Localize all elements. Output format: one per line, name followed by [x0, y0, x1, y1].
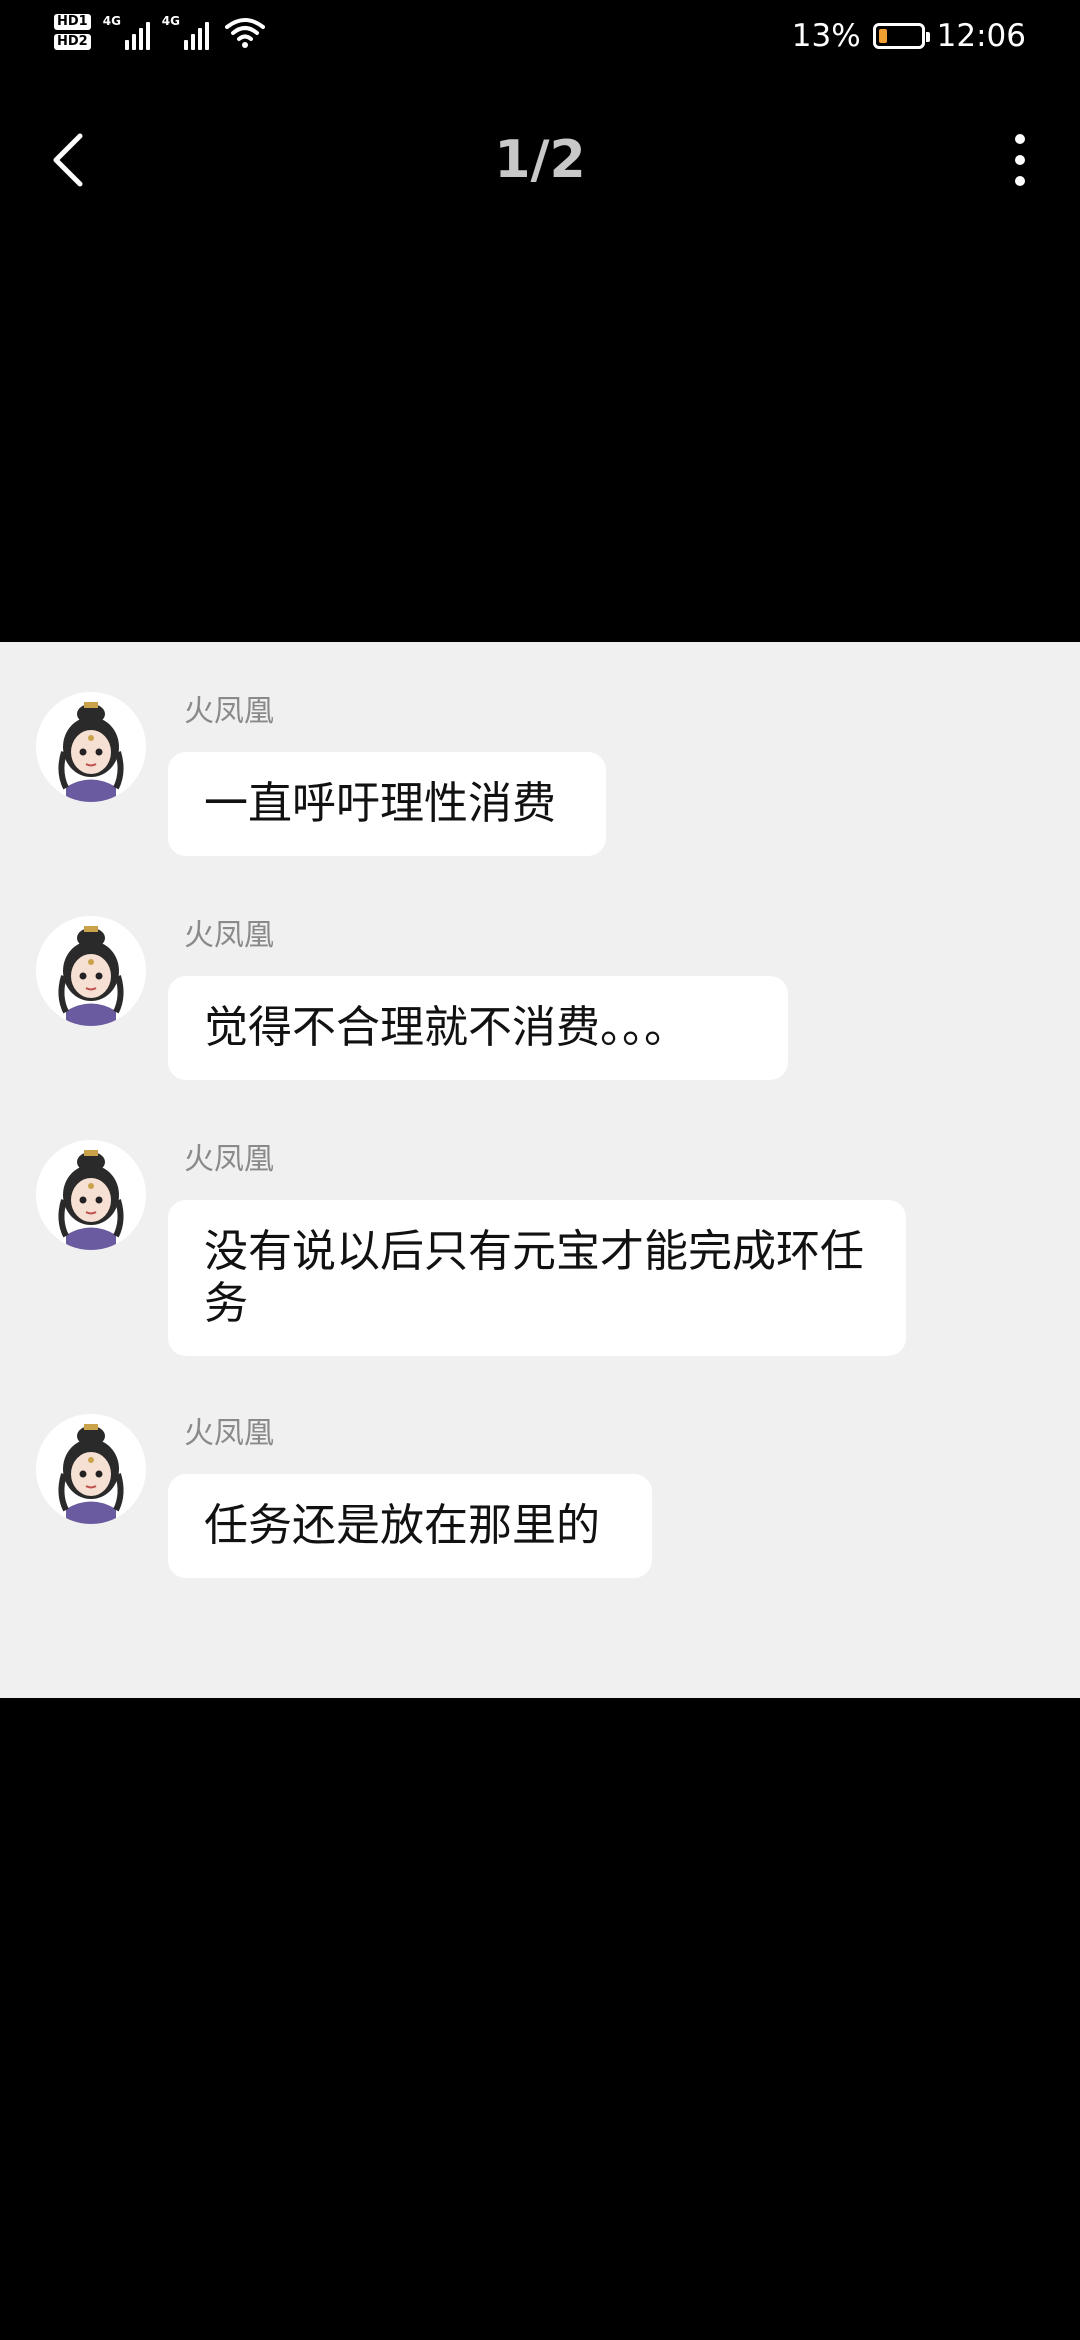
sender-name: 火凤凰 [184, 1416, 274, 1451]
wifi-icon [224, 18, 265, 48]
message-bubble: 觉得不合理就不消费。。。 [168, 976, 788, 1080]
signal-1-icon: 4G [103, 14, 150, 50]
message-bubble: 没有说以后只有元宝才能完成环任务 [168, 1200, 906, 1356]
battery-level [878, 29, 887, 43]
message-bubble: 任务还是放在那里的 [168, 1474, 652, 1578]
status-right: 13% 12:06 [792, 18, 1026, 54]
avatar-portrait-icon [36, 916, 146, 1026]
sender-name: 火凤凰 [184, 1142, 274, 1177]
avatar-portrait-icon [36, 1140, 146, 1250]
hd2-badge: HD2 [54, 34, 91, 50]
hd-badges: HD1 HD2 [54, 14, 91, 50]
network-type-1: 4G [102, 14, 121, 28]
hd1-badge: HD1 [54, 14, 91, 30]
clock: 12:06 [936, 18, 1026, 54]
chat-image[interactable]: 火凤凰 一直呼吁理性消费 火凤凰 觉得不合理就不消费。。。 火凤凰 没有说以后只… [0, 642, 1080, 1698]
avatar-portrait-icon [36, 692, 146, 802]
avatar [36, 1414, 146, 1524]
network-type-2: 4G [161, 14, 180, 28]
status-left: HD1 HD2 4G 4G [54, 14, 265, 50]
avatar [36, 916, 146, 1026]
avatar [36, 1140, 146, 1250]
avatar-portrait-icon [36, 1414, 146, 1524]
avatar [36, 692, 146, 802]
message-bubble: 一直呼吁理性消费 [168, 752, 606, 856]
more-vertical-icon [1015, 134, 1025, 144]
status-bar: HD1 HD2 4G 4G 13% 12:06 [0, 0, 1080, 80]
sender-name: 火凤凰 [184, 918, 274, 953]
top-nav: 1/2 [0, 110, 1080, 210]
sender-name: 火凤凰 [184, 694, 274, 729]
signal-2-icon: 4G [162, 14, 209, 50]
battery-icon [872, 23, 930, 49]
more-button[interactable] [990, 130, 1050, 190]
battery-percent: 13% [791, 18, 861, 54]
page-counter: 1/2 [494, 130, 586, 190]
